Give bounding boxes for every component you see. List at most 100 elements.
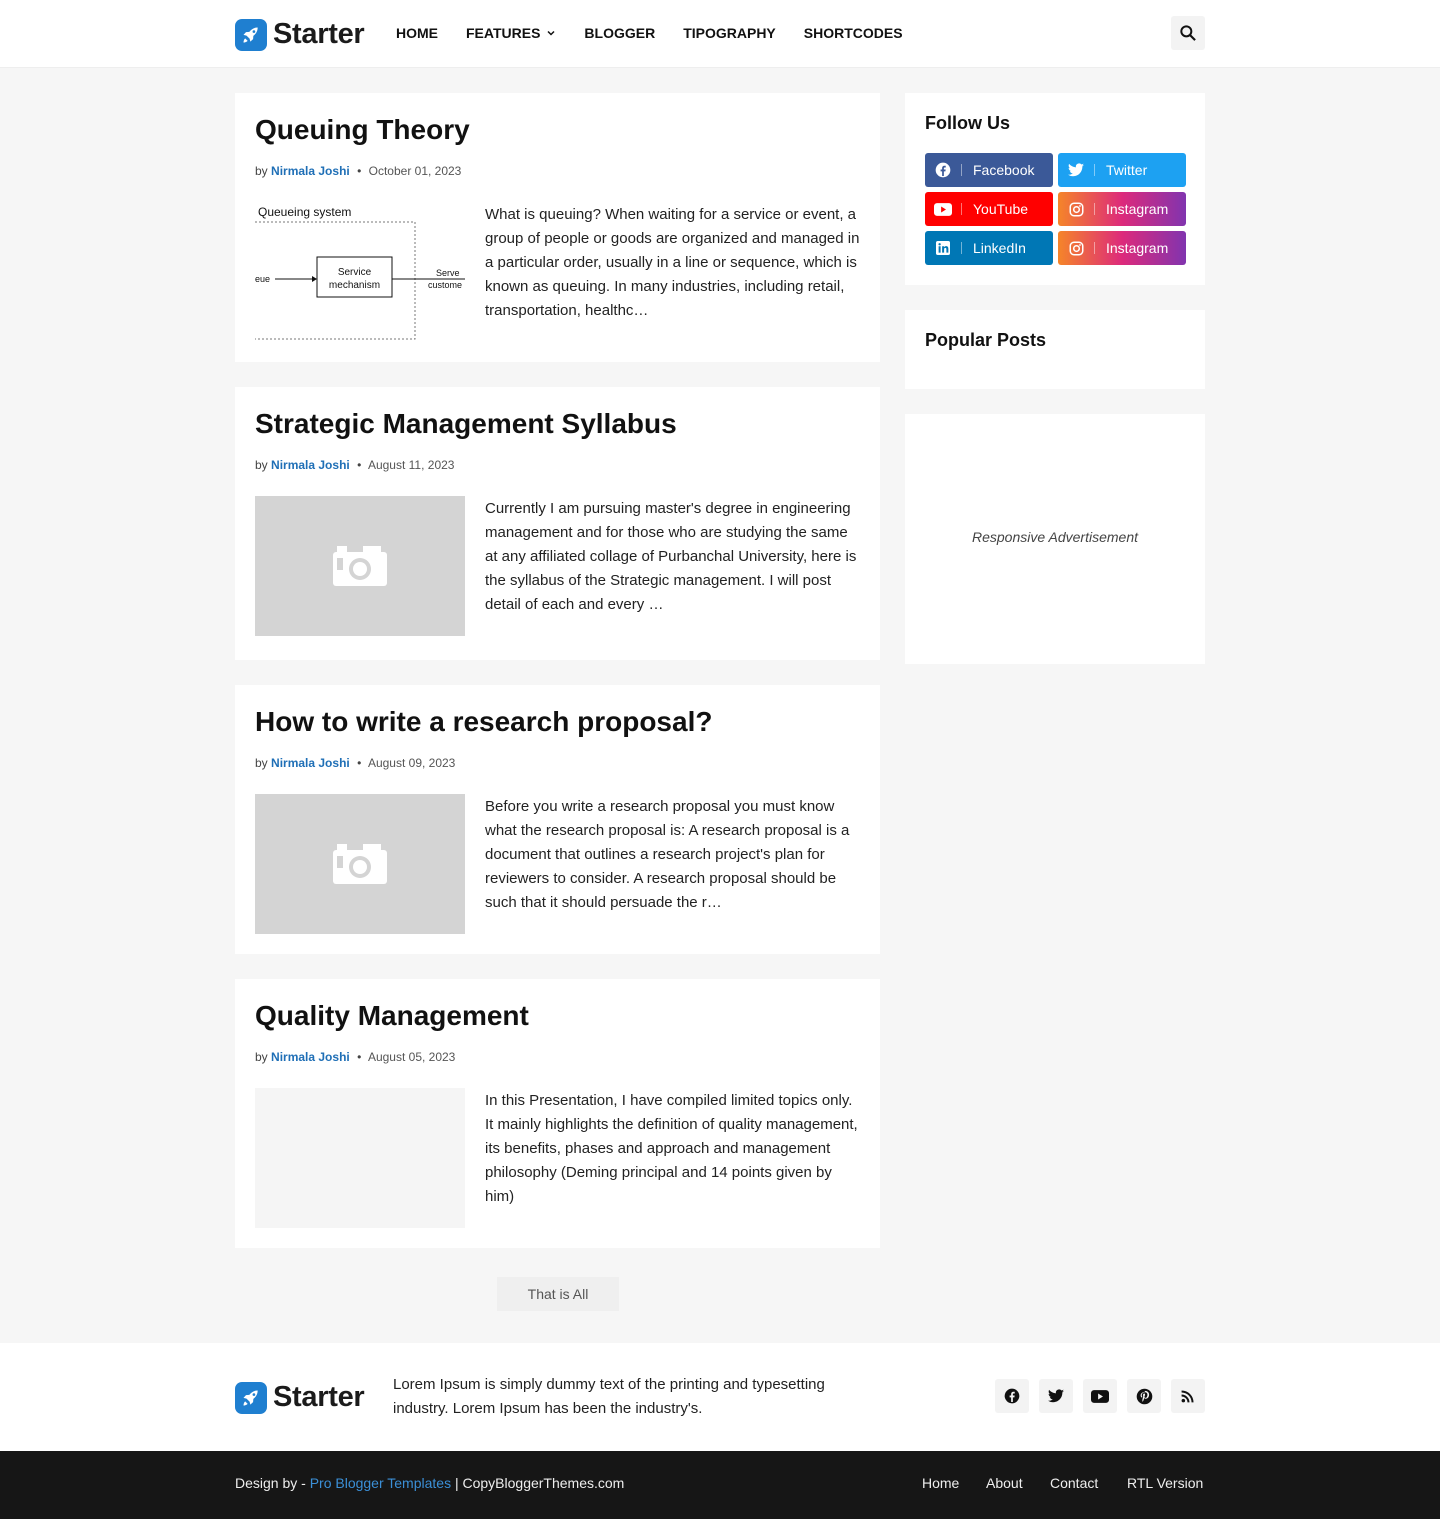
divider [1094, 164, 1095, 176]
footer-facebook-button[interactable] [995, 1379, 1029, 1413]
divider [1094, 203, 1095, 215]
divider [961, 203, 962, 215]
nav-home[interactable]: HOME [396, 24, 438, 42]
credit-prefix: Design by - [235, 1475, 310, 1491]
social-label: LinkedIn [973, 240, 1026, 256]
social-youtube-button[interactable]: YouTube [925, 192, 1053, 226]
main-nav: HOME FEATURES BLOGGER TIPOGRAPHY SHORTCO… [396, 24, 931, 42]
meta-separator: • [357, 458, 362, 472]
post-card: Strategic Management Syllabus by Nirmala… [235, 387, 880, 660]
post-title[interactable]: Queuing Theory [255, 114, 470, 146]
social-linkedin-button[interactable]: LinkedIn [925, 231, 1053, 265]
logo-text: Starter [273, 1381, 365, 1413]
post-thumbnail[interactable] [255, 1088, 465, 1228]
twitter-icon [1048, 1389, 1064, 1403]
post-author[interactable]: Nirmala Joshi [271, 164, 350, 178]
rss-icon [1181, 1390, 1194, 1403]
search-button[interactable] [1171, 16, 1205, 50]
post-meta: by Nirmala Joshi • August 11, 2023 [255, 458, 454, 472]
diagram-box-line2: mechanism [329, 280, 380, 291]
footer-about-text: Lorem Ipsum is simply dummy text of the … [393, 1376, 825, 1417]
facebook-icon [925, 162, 961, 178]
post-card: Quality Management by Nirmala Joshi • Au… [235, 979, 880, 1248]
post-author[interactable]: Nirmala Joshi [271, 756, 350, 770]
credit-suffix: | CopyBloggerThemes.com [451, 1475, 625, 1491]
footer-logo[interactable]: Starter [235, 1381, 365, 1414]
footer-menu-about[interactable]: About [986, 1475, 1023, 1491]
by-label: by [255, 458, 268, 472]
footer-credit: Design by - Pro Blogger Templates | Copy… [235, 1475, 624, 1491]
footer-youtube-button[interactable] [1083, 1379, 1117, 1413]
post-title[interactable]: How to write a research proposal? [255, 706, 712, 738]
social-instagram-button[interactable]: Instagram [1058, 192, 1186, 226]
social-label: Instagram [1106, 240, 1169, 256]
instagram-icon [1058, 241, 1094, 256]
instagram-icon [1058, 202, 1094, 217]
pinterest-icon [1136, 1388, 1152, 1404]
camera-icon [333, 546, 387, 586]
by-label: by [255, 1050, 268, 1064]
nav-shortcodes[interactable]: SHORTCODES [804, 24, 903, 42]
post-thumbnail[interactable] [255, 794, 465, 934]
nav-features-label: FEATURES [466, 25, 541, 41]
footer-twitter-button[interactable] [1039, 1379, 1073, 1413]
footer-pinterest-button[interactable] [1127, 1379, 1161, 1413]
popular-posts-widget: Popular Posts [905, 310, 1205, 389]
credit-link[interactable]: Pro Blogger Templates [310, 1475, 451, 1491]
post-meta: by Nirmala Joshi • August 09, 2023 [255, 756, 455, 770]
by-label: by [255, 756, 268, 770]
meta-separator: • [357, 164, 362, 178]
camera-icon [333, 844, 387, 884]
by-label: by [255, 164, 268, 178]
post-meta: by Nirmala Joshi • August 05, 2023 [255, 1050, 455, 1064]
follow-us-widget: Follow Us Facebook Twitter YouTube Insta… [905, 93, 1205, 285]
post-author[interactable]: Nirmala Joshi [271, 458, 350, 472]
social-label: Facebook [973, 162, 1035, 178]
widget-title: Follow Us [925, 113, 1010, 133]
divider [961, 242, 962, 254]
footer-menu-rtl-version[interactable]: RTL Version [1127, 1475, 1203, 1491]
post-title[interactable]: Strategic Management Syllabus [255, 408, 677, 440]
diagram-title: Queueing system [258, 205, 351, 219]
facebook-icon [1004, 1388, 1020, 1404]
post-date: August 05, 2023 [367, 1050, 456, 1064]
queueing-diagram: Queueing system eue Service mechanism Se… [255, 205, 465, 340]
post-card: Queuing Theory by Nirmala Joshi • Octobe… [235, 93, 880, 362]
diagram-box-line1: Service [338, 267, 372, 278]
social-label: Twitter [1106, 162, 1148, 178]
footer-rss-button[interactable] [1171, 1379, 1205, 1413]
nav-tipography[interactable]: TIPOGRAPHY [683, 24, 776, 42]
widget-title: Popular Posts [925, 330, 1047, 350]
linkedin-icon [925, 241, 961, 255]
site-header: Starter HOME FEATURES BLOGGER TIPOGRAPHY… [0, 0, 1440, 68]
post-date: October 01, 2023 [368, 164, 462, 178]
footer-bottom: Design by - Pro Blogger Templates | Copy… [0, 1451, 1440, 1519]
nav-blogger[interactable]: BLOGGER [584, 24, 655, 42]
footer-top: Starter Lorem Ipsum is simply dummy text… [0, 1343, 1440, 1451]
nav-features[interactable]: FEATURES [466, 24, 556, 42]
post-thumbnail[interactable] [255, 496, 465, 636]
chevron-down-icon [547, 30, 555, 36]
rocket-icon [235, 18, 267, 51]
rocket-icon [235, 1381, 267, 1414]
footer-menu-home[interactable]: Home [922, 1475, 959, 1491]
post-title[interactable]: Quality Management [255, 1000, 529, 1032]
search-icon [1180, 25, 1196, 41]
post-excerpt: Currently I am pursuing master's degree … [485, 500, 857, 613]
diagram-left-label: eue [255, 274, 270, 284]
logo-text: Starter [273, 18, 365, 50]
post-thumbnail[interactable]: Queueing system eue Service mechanism Se… [255, 202, 465, 342]
social-instagram-button[interactable]: Instagram [1058, 231, 1186, 265]
youtube-icon [1091, 1389, 1109, 1403]
load-more-button[interactable]: That is All [497, 1277, 619, 1311]
post-author[interactable]: Nirmala Joshi [271, 1050, 350, 1064]
social-twitter-button[interactable]: Twitter [1058, 153, 1186, 187]
social-facebook-button[interactable]: Facebook [925, 153, 1053, 187]
diagram-right-line1: Serve [436, 268, 460, 278]
social-label: Instagram [1106, 201, 1169, 217]
site-logo[interactable]: Starter [235, 18, 365, 51]
footer-menu-contact[interactable]: Contact [1050, 1475, 1098, 1491]
advertisement-widget[interactable]: Responsive Advertisement [905, 414, 1205, 664]
social-label: YouTube [973, 201, 1029, 217]
post-date: August 11, 2023 [367, 458, 455, 472]
